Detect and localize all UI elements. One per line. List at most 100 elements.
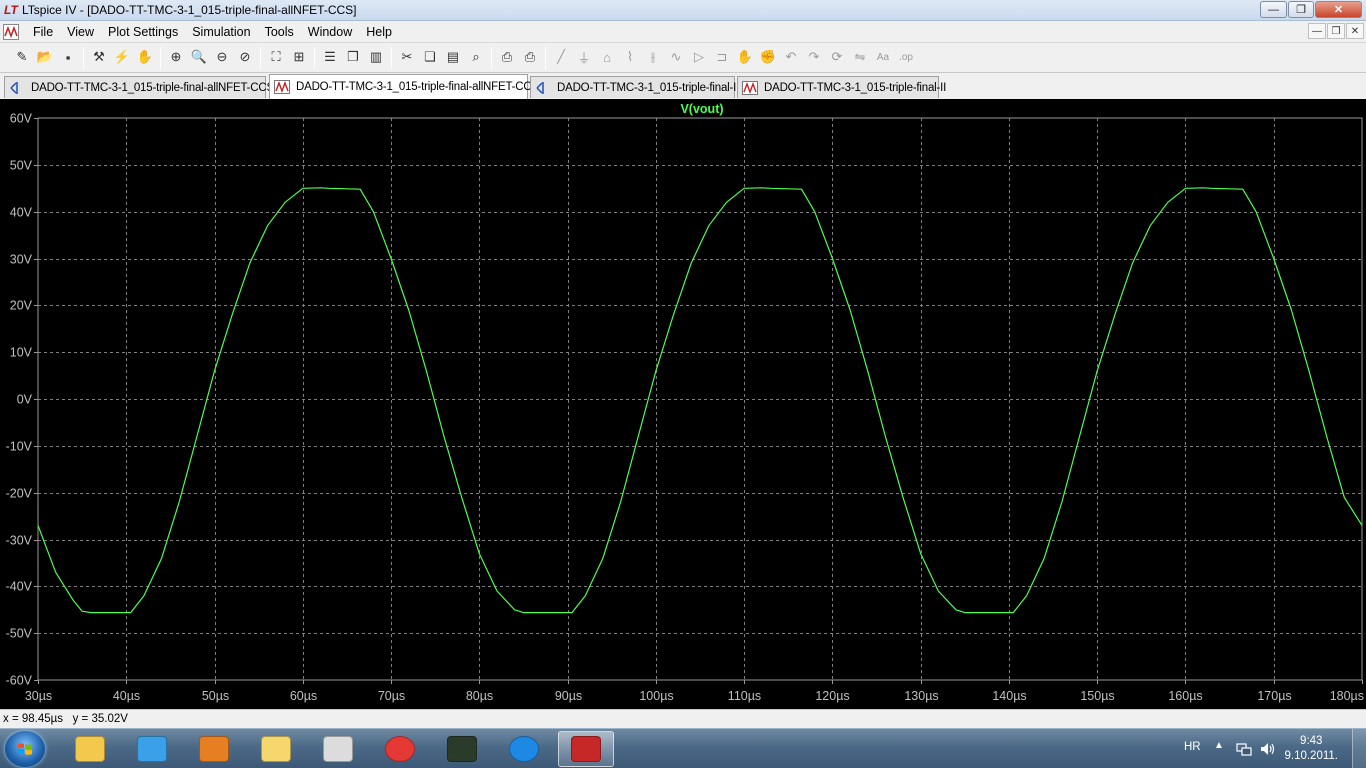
fit-icon[interactable]: ⊞ [289, 47, 309, 67]
y-tick-label: -30V [6, 534, 33, 548]
status-bar: x = 98.45µs y = 35.02V [0, 709, 1366, 728]
tile-vertical-icon[interactable]: ▥ [366, 47, 386, 67]
toolbar-separator [160, 47, 161, 69]
menu-help[interactable]: Help [359, 24, 399, 40]
waveform-chart[interactable]: 60V 50V 40V 30V 20V 10V 0V -10V -20V -30V -40V -50V… [0, 99, 1366, 709]
capacitor-icon[interactable]: ⫲ [643, 47, 663, 67]
undo-icon[interactable]: ↶ [781, 47, 801, 67]
text-icon[interactable]: Aa [873, 47, 893, 67]
toolbar-separator [260, 47, 261, 69]
print-setup-icon[interactable]: ⎙ [497, 47, 517, 67]
taskbar-oscilloscope-button[interactable] [434, 731, 490, 767]
tray-clock[interactable]: 9:43 9.10.2011. [1284, 734, 1338, 764]
mdi-close-button[interactable]: ✕ [1346, 23, 1364, 39]
tab-schematic-allnfet[interactable]: DADO-TT-TMC-3-1_015-triple-final-allNFET… [4, 76, 274, 98]
mdi-restore-button[interactable]: ❐ [1327, 23, 1345, 39]
ltspice-icon [571, 736, 601, 762]
y-tick-label: 30V [10, 253, 33, 267]
wire-icon[interactable]: ╱ [551, 47, 571, 67]
mdi-minimize-button[interactable]: — [1308, 23, 1326, 39]
internet-explorer-icon [509, 736, 539, 762]
rotate-icon[interactable]: ⟳ [827, 47, 847, 67]
move-icon[interactable]: ✋ [735, 47, 755, 67]
resistor-icon[interactable]: ⌇ [620, 47, 640, 67]
menu-view[interactable]: View [60, 24, 101, 40]
print-icon[interactable]: ⎙ [520, 47, 540, 67]
autorange-icon[interactable]: ⛶ [266, 47, 286, 67]
cascade-icon[interactable]: ❐ [343, 47, 363, 67]
taskbar-internet-explorer-button[interactable] [496, 731, 552, 767]
menu-simulation[interactable]: Simulation [185, 24, 257, 40]
find-icon[interactable]: ⌕ [466, 47, 486, 67]
new-schematic-icon[interactable]: ✎ [12, 47, 32, 67]
tile-horizontal-icon[interactable]: ☰ [320, 47, 340, 67]
restore-button[interactable]: ❐ [1288, 1, 1314, 18]
y-tick-label: -40V [6, 580, 33, 594]
zoom-cancel-icon[interactable]: ⊘ [235, 47, 255, 67]
zoom-out-icon[interactable]: ⊖ [212, 47, 232, 67]
taskbar-office-button[interactable] [186, 731, 242, 767]
explorer-icon [75, 736, 105, 762]
taskbar-network-button[interactable] [310, 731, 366, 767]
mirror-icon[interactable]: ⇋ [850, 47, 870, 67]
trace-label: V(vout) [680, 102, 723, 116]
taskbar-ltspice-button[interactable] [558, 731, 614, 767]
save-icon[interactable]: ▪ [58, 47, 78, 67]
series-line-vout [37, 187, 1363, 614]
taskbar-media-player-button[interactable] [124, 731, 180, 767]
paste-icon[interactable]: ▤ [443, 47, 463, 67]
redo-icon[interactable]: ↷ [804, 47, 824, 67]
tab-waveform-allnfet[interactable]: DADO-TT-TMC-3-1_015-triple-final-allNFET… [269, 74, 539, 99]
tab-schematic-ii[interactable]: DADO-TT-TMC-3-1_015-triple-final-II [530, 76, 739, 98]
control-panel-icon[interactable]: ⚒ [89, 47, 109, 67]
toolbar-separator [83, 47, 84, 69]
y-tick-label: -20V [6, 487, 33, 501]
waveform-plot[interactable]: 60V 50V 40V 30V 20V 10V 0V -10V -20V -30V -40V -50V… [0, 99, 1366, 709]
start-button[interactable] [5, 731, 45, 767]
taskbar-documents-button[interactable] [248, 731, 304, 767]
x-tick-label: 50µs [202, 689, 229, 703]
y-tick-label: 0V [17, 393, 33, 407]
menu-file[interactable]: File [26, 24, 60, 40]
y-tick-label: 60V [10, 112, 33, 126]
spice-directive-icon[interactable]: .op [896, 47, 916, 67]
component-icon[interactable]: ⊐ [712, 47, 732, 67]
y-tick-label: -60V [6, 674, 33, 688]
menu-tools[interactable]: Tools [258, 24, 301, 40]
run-icon[interactable]: ⚡ [112, 47, 132, 67]
open-icon[interactable]: 📂 [35, 47, 55, 67]
x-tick-label: 120µs [815, 689, 849, 703]
title-bar: LT LTspice IV - [DADO-TT-TMC-3-1_015-tri… [0, 0, 1366, 21]
minimize-button[interactable]: — [1260, 1, 1287, 18]
pan-icon[interactable]: ✋ [135, 47, 155, 67]
menu-plot-settings[interactable]: Plot Settings [101, 24, 185, 40]
x-tick-label: 130µs [904, 689, 938, 703]
y-tick-label: 10V [10, 346, 33, 360]
documents-icon [261, 736, 291, 762]
taskbar-antivirus-button[interactable] [372, 731, 428, 767]
label-icon[interactable]: ⌂ [597, 47, 617, 67]
schematic-icon [536, 81, 544, 94]
language-indicator[interactable]: HR [1184, 741, 1201, 753]
x-tick-label: 160µs [1168, 689, 1202, 703]
copy-icon[interactable]: ❏ [420, 47, 440, 67]
tab-waveform-ii[interactable]: DADO-TT-TMC-3-1_015-triple-final-II [737, 76, 946, 98]
inductor-icon[interactable]: ∿ [666, 47, 686, 67]
zoom-area-icon[interactable]: 🔍 [189, 47, 209, 67]
taskbar-explorer-button[interactable] [62, 731, 118, 767]
diode-icon[interactable]: ▷ [689, 47, 709, 67]
menu-window[interactable]: Window [301, 24, 359, 40]
show-hidden-icons-icon[interactable]: ▲ [1214, 740, 1224, 751]
zoom-in-icon[interactable]: ⊕ [166, 47, 186, 67]
waveform-window-icon[interactable] [3, 24, 19, 40]
volume-tray-icon[interactable] [1260, 742, 1276, 756]
network-tray-icon[interactable] [1236, 742, 1252, 756]
ground-icon[interactable]: ⏚ [574, 47, 594, 67]
y-tick-label: 20V [10, 299, 33, 313]
drag-icon[interactable]: ✊ [758, 47, 778, 67]
tab-label: DADO-TT-TMC-3-1_015-triple-final-allNFET… [31, 81, 274, 94]
x-tick-label: 100µs [639, 689, 673, 703]
close-button[interactable]: ✕ [1315, 1, 1362, 18]
show-desktop-button[interactable] [1352, 729, 1366, 768]
cut-icon[interactable]: ✂ [397, 47, 417, 67]
